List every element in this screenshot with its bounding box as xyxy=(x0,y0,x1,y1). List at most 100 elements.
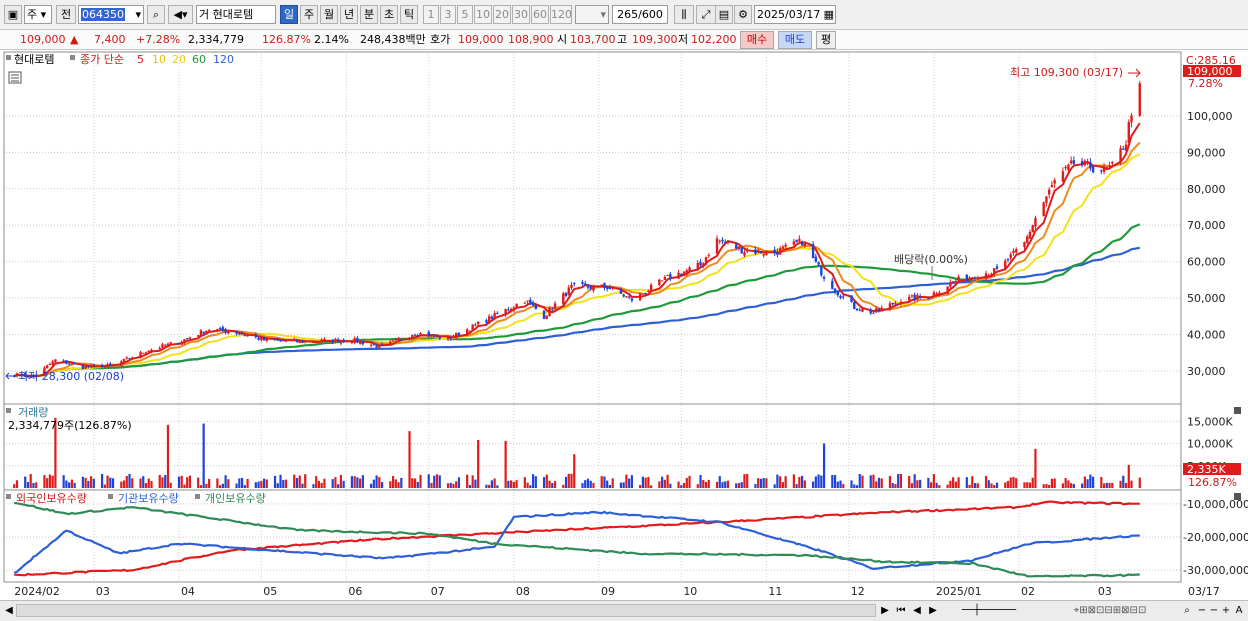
period-tab-month[interactable]: 월 xyxy=(320,5,338,24)
candle-body xyxy=(457,332,461,336)
interval-120[interactable]: 120 xyxy=(550,5,572,24)
candle-body xyxy=(600,284,603,286)
stock-chart[interactable]: 100,000 90,000 80,000 70,000 60,000 50,000 40,… xyxy=(0,50,1248,600)
candle-body xyxy=(1080,160,1084,166)
draw-tool-icon[interactable]: ⤢ xyxy=(696,5,716,24)
interval-3[interactable]: 3 xyxy=(440,5,456,24)
gear-icon[interactable]: ⚙ xyxy=(734,5,752,24)
candle-icon[interactable]: ⫼ xyxy=(674,5,694,24)
speaker-icon[interactable]: ◀▾ xyxy=(168,5,193,24)
interval-20[interactable]: 20 xyxy=(493,5,511,24)
scroll-track[interactable] xyxy=(16,604,876,617)
candle-body xyxy=(800,241,804,246)
volume-bar xyxy=(312,484,315,488)
candle-body xyxy=(976,277,979,279)
candle-body xyxy=(1028,231,1032,239)
current-price: 109,000 xyxy=(20,33,66,46)
candle-body xyxy=(1102,166,1106,173)
volume-bar xyxy=(1064,478,1067,488)
candle-body xyxy=(872,312,875,314)
candle-body xyxy=(73,362,76,365)
zoom-out-icon[interactable]: − xyxy=(1196,603,1208,618)
period-tab-day[interactable]: 일 xyxy=(280,5,298,24)
volume-bar xyxy=(680,485,683,488)
panel-close-icon[interactable] xyxy=(1234,493,1241,500)
candle-body xyxy=(227,332,230,334)
candle-body xyxy=(957,276,960,283)
holdings-tick-label: -30,000,000 xyxy=(1183,564,1248,577)
candle-body xyxy=(188,337,192,339)
buy-button[interactable]: 매수 xyxy=(740,31,774,49)
sell-button[interactable]: 매도 xyxy=(778,31,812,49)
period-tab-year[interactable]: 년 xyxy=(340,5,358,24)
volume-bar xyxy=(567,473,570,488)
candle-body xyxy=(507,309,510,311)
candle-body xyxy=(564,292,568,296)
period-tab-week[interactable]: 주 xyxy=(300,5,318,24)
period-tab-minute[interactable]: 분 xyxy=(360,5,378,24)
candle-body xyxy=(995,266,999,269)
scroll-left-icon[interactable]: ◀ xyxy=(2,603,16,618)
volume-bar xyxy=(81,476,84,488)
volume-bar xyxy=(400,477,403,488)
calendar-icon[interactable]: ▦ xyxy=(824,6,835,23)
stock-name-field[interactable]: 거 현대로템 xyxy=(196,5,276,24)
search-icon[interactable]: ⌕ xyxy=(147,5,165,24)
ma60-legend: 60 xyxy=(192,53,206,66)
interval-10[interactable]: 10 xyxy=(474,5,492,24)
volume-bar xyxy=(850,480,853,488)
font-size-icon[interactable]: A xyxy=(1232,603,1246,618)
magnifier-icon[interactable]: ⌕ xyxy=(1180,603,1194,618)
candle-body xyxy=(509,308,513,312)
chart-title: 현대로템 xyxy=(14,53,54,66)
candle-body xyxy=(759,251,763,254)
panel-close-icon[interactable] xyxy=(1234,407,1241,414)
volume-bar xyxy=(707,479,710,488)
scroll-bar[interactable]: ◀ ▶ ⏮ ◀ ▶ ──┼────── ⌖⊞⊠⊡⊟⊞⊠⊟⊡ ⌕ − − + A xyxy=(0,600,1248,621)
layout-icon[interactable]: ▣ xyxy=(4,5,22,24)
legend-bullet xyxy=(195,494,200,499)
candle-body xyxy=(490,316,494,319)
eval-button[interactable]: 평 xyxy=(816,31,836,49)
volume-bar xyxy=(682,482,686,488)
volume-bar xyxy=(696,484,699,488)
candle-body xyxy=(773,249,776,254)
volume-bar xyxy=(370,483,373,488)
candle-body xyxy=(1061,171,1065,182)
candle-body xyxy=(1122,148,1125,150)
type-select[interactable]: 주 ▾ xyxy=(24,5,52,24)
legend-bullet xyxy=(6,55,11,60)
period-tab-second[interactable]: 초 xyxy=(380,5,398,24)
zoom-in-icon[interactable]: + xyxy=(1220,603,1232,618)
candle-body xyxy=(971,277,974,279)
drawing-tools-icon[interactable]: ⌖⊞⊠⊡⊟⊞⊠⊟⊡ xyxy=(1040,603,1180,618)
volume-bar xyxy=(570,473,573,488)
volume-bar xyxy=(529,485,532,488)
volume-bar xyxy=(735,483,738,488)
interval-5[interactable]: 5 xyxy=(457,5,473,24)
candle-body xyxy=(109,363,112,365)
first-page-icon[interactable]: ⏮ xyxy=(894,603,908,618)
volume-bar xyxy=(391,475,395,488)
interval-30[interactable]: 30 xyxy=(512,5,530,24)
scroll-right-icon[interactable]: ▶ xyxy=(878,603,892,618)
candle-body xyxy=(89,365,93,368)
interval-1[interactable]: 1 xyxy=(423,5,439,24)
volume-bar xyxy=(262,478,266,488)
period-tab-tick[interactable]: 틱 xyxy=(400,5,418,24)
stock-code-input[interactable]: 064350 ▾ xyxy=(78,5,144,24)
candle-body xyxy=(131,357,134,359)
interval-60[interactable]: 60 xyxy=(531,5,549,24)
count-field[interactable]: 265/600 xyxy=(612,5,668,24)
volume-bar xyxy=(564,476,568,488)
zoom-slider[interactable]: ──┼────── xyxy=(944,603,1034,618)
candle-body xyxy=(1130,115,1133,123)
interval-dropdown[interactable]: ▾ xyxy=(575,5,609,24)
all-button[interactable]: 전 xyxy=(56,5,76,24)
date-field[interactable]: 2025/03/17 ▦ xyxy=(754,5,836,24)
next-page-icon[interactable]: ▶ xyxy=(926,603,940,618)
save-icon[interactable]: ▤ xyxy=(715,5,733,24)
prev-page-icon[interactable]: ◀ xyxy=(910,603,924,618)
candle-body xyxy=(48,364,52,366)
volume-bar xyxy=(669,483,672,488)
